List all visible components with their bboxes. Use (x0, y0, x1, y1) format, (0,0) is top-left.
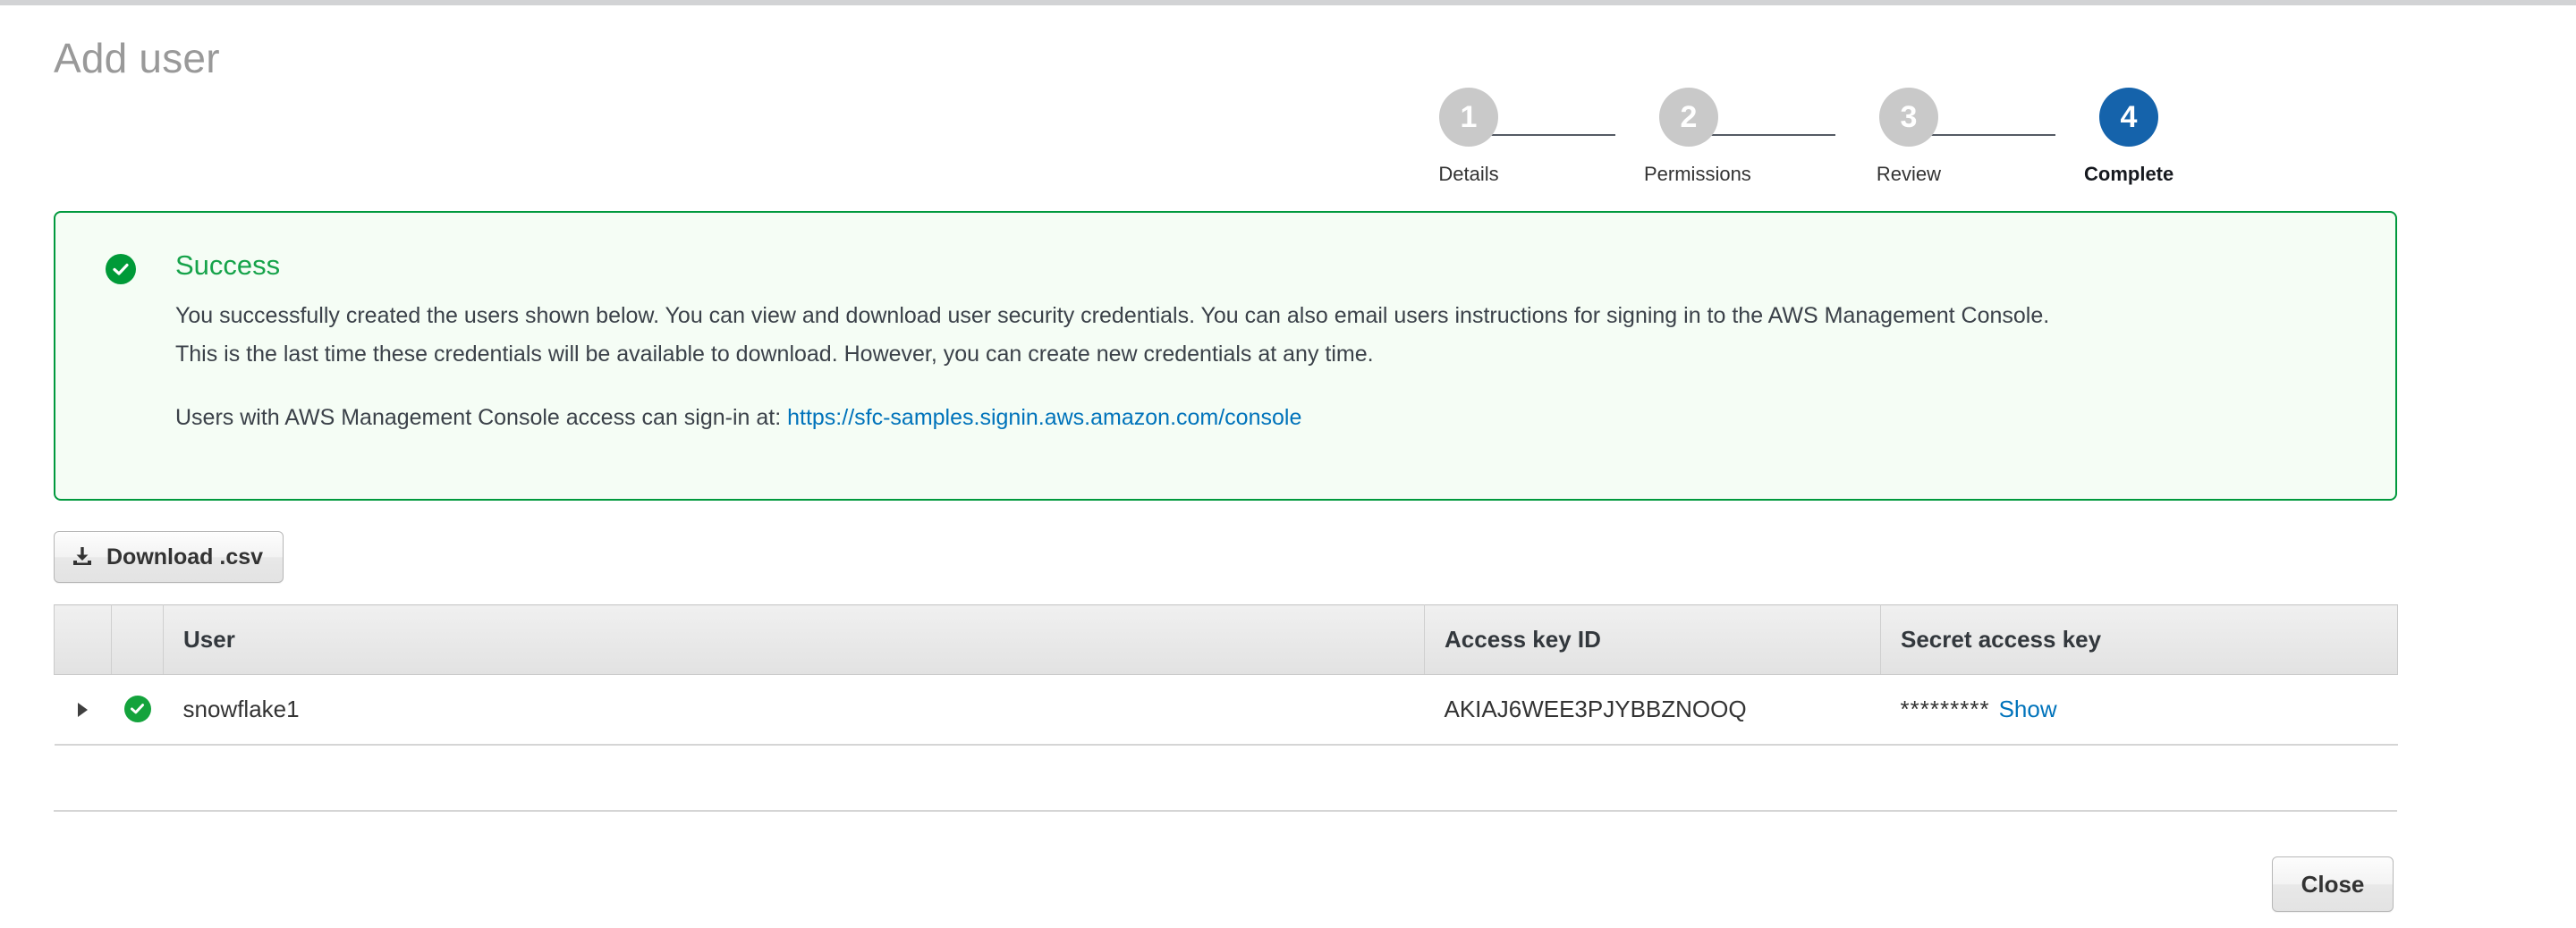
column-header-access-key-id: Access key ID (1424, 604, 1881, 675)
alert-title: Success (175, 249, 281, 281)
show-secret-link[interactable]: Show (1999, 696, 2057, 722)
wizard-step-2-label: Permissions (1644, 163, 1751, 185)
column-header-secret-access-key: Secret access key (1880, 604, 2398, 675)
caret-right-icon[interactable] (78, 702, 88, 717)
secret-masked-value: ********* (1900, 695, 1990, 722)
footer-divider (54, 810, 2397, 812)
alert-signin-line: Users with AWS Management Console access… (175, 399, 1301, 437)
page-header: Add user 1 Details 2 Permissions 3 Revie… (0, 5, 2576, 200)
add-user-wizard-page: Add user 1 Details 2 Permissions 3 Revie… (0, 0, 2576, 928)
row-access-key-id: AKIAJ6WEE3PJYBBZNOOQ (1424, 674, 1881, 746)
wizard-step-3-number: 3 (1879, 88, 1938, 147)
signin-url-link[interactable]: https://sfc-samples.signin.aws.amazon.co… (787, 405, 1301, 430)
table-body: snowflake1 AKIAJ6WEE3PJYBBZNOOQ ********… (54, 674, 2398, 746)
check-circle-icon (106, 254, 136, 284)
wizard-step-details[interactable]: 1 Details (1424, 88, 1513, 186)
check-circle-icon (123, 695, 151, 722)
table-header-row: User Access key ID Secret access key (54, 604, 2398, 675)
download-csv-label: Download .csv (106, 544, 264, 569)
wizard-step-indicator: 1 Details 2 Permissions 3 Review 4 Compl… (1395, 43, 2317, 186)
column-header-status (111, 604, 164, 675)
wizard-step-1-number: 1 (1439, 88, 1498, 147)
row-secret-access-key: ********* Show (1880, 674, 2398, 746)
wizard-step-2-number: 2 (1659, 88, 1718, 147)
wizard-step-permissions[interactable]: 2 Permissions (1644, 88, 1751, 186)
wizard-step-review[interactable]: 3 Review (1864, 88, 1953, 186)
wizard-step-4-number: 4 (2099, 88, 2158, 147)
alert-body-line-1: You successfully created the users shown… (175, 303, 2050, 328)
column-header-user: User (163, 604, 1425, 675)
row-user-name: snowflake1 (163, 674, 1425, 746)
download-icon (71, 545, 94, 569)
row-status-cell (111, 674, 164, 746)
wizard-step-complete[interactable]: 4 Complete (2084, 88, 2174, 186)
table-header: User Access key ID Secret access key (54, 604, 2398, 675)
wizard-step-3-label: Review (1876, 163, 1942, 185)
credentials-table: User Access key ID Secret access key sno… (54, 604, 2398, 746)
alert-body: You successfully created the users shown… (175, 297, 2394, 374)
page-title: Add user (54, 35, 220, 81)
wizard-step-1-label: Details (1438, 163, 1499, 185)
table-row[interactable]: snowflake1 AKIAJ6WEE3PJYBBZNOOQ ********… (54, 674, 2398, 746)
column-header-expand (54, 604, 112, 675)
alert-signin-prefix: Users with AWS Management Console access… (175, 405, 782, 430)
download-csv-button[interactable]: Download .csv (54, 531, 284, 583)
success-alert: Success You successfully created the use… (54, 211, 2397, 501)
wizard-step-4-label: Complete (2084, 163, 2174, 185)
row-expand-cell[interactable] (54, 674, 112, 746)
close-button-label: Close (2301, 870, 2365, 898)
alert-body-line-2: This is the last time these credentials … (175, 342, 1374, 367)
close-button[interactable]: Close (2272, 856, 2394, 912)
